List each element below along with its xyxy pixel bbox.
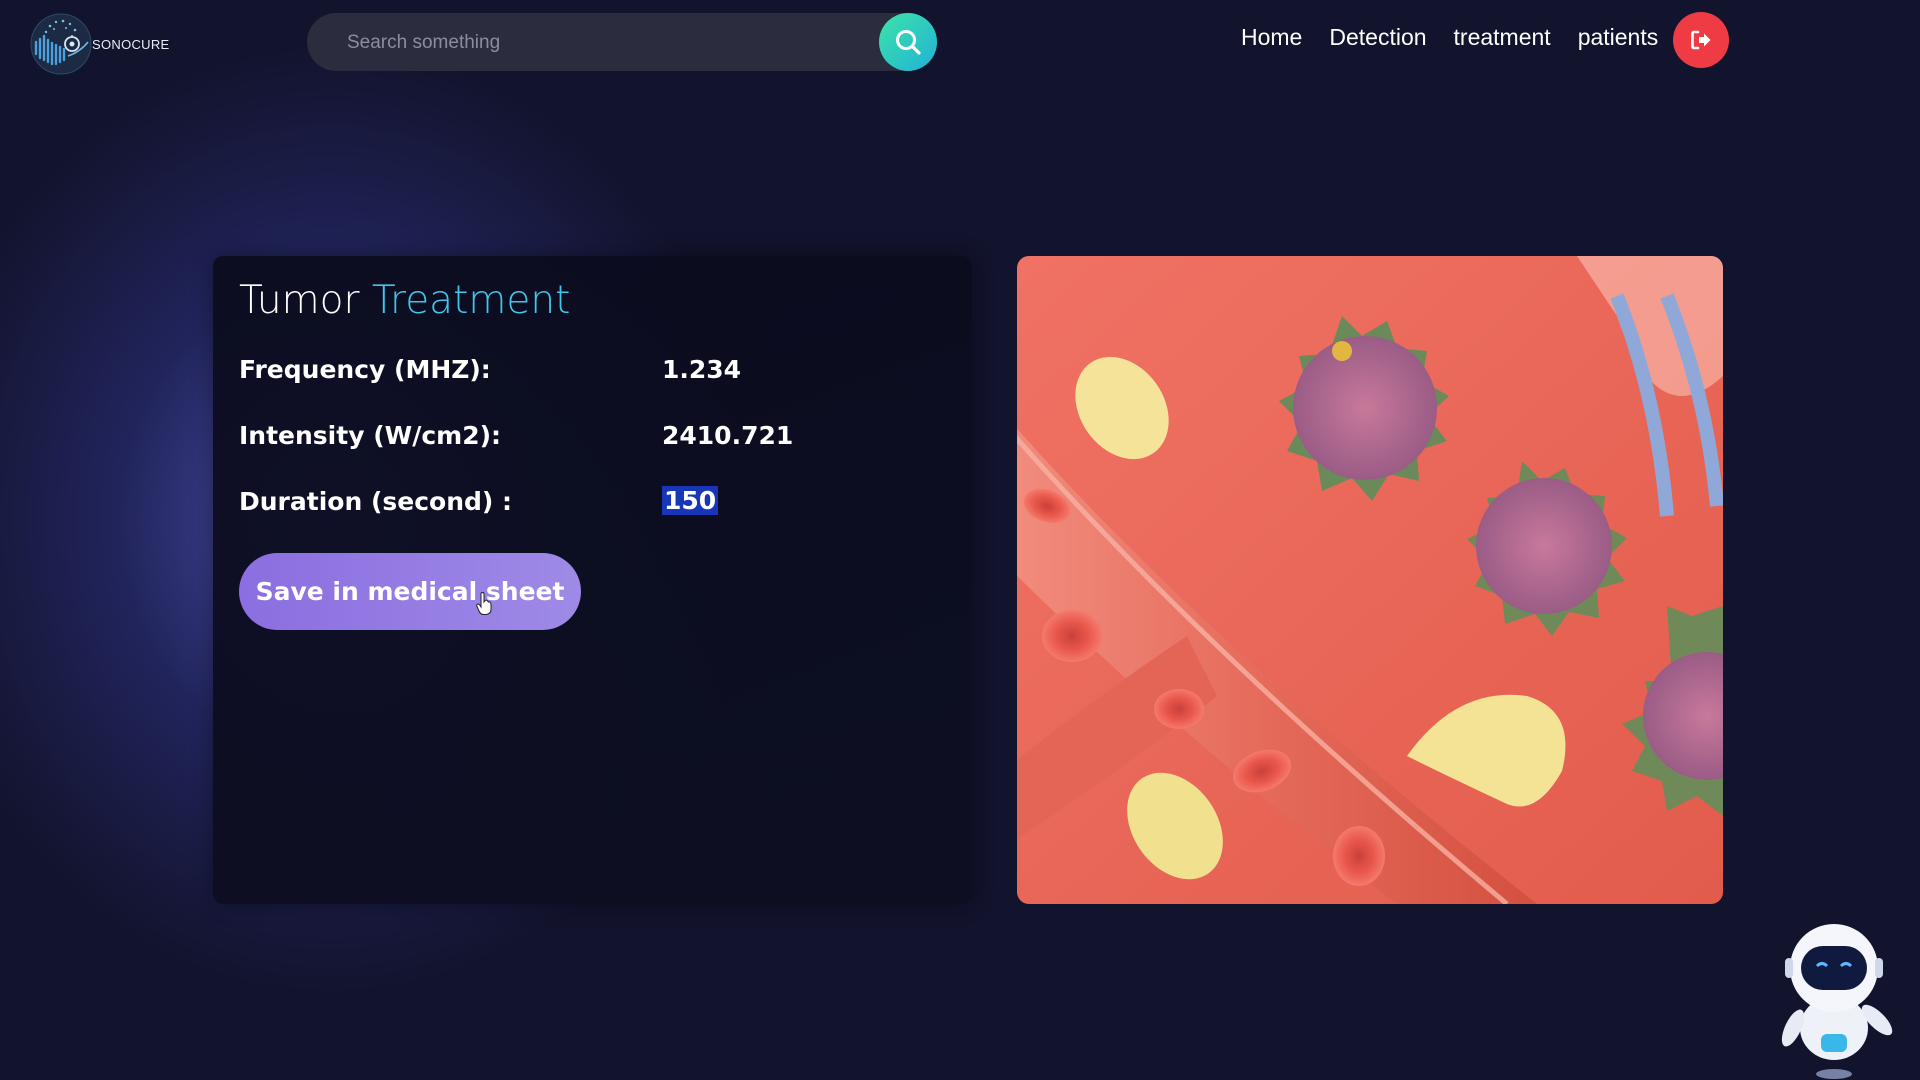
logout-button[interactable] <box>1673 12 1729 68</box>
title-word-treatment: Treatment <box>371 278 571 323</box>
frequency-label: Frequency (MHZ): <box>239 355 491 384</box>
duration-value: 150 <box>662 486 719 515</box>
page-title: Tumor Treatment <box>239 278 570 323</box>
nav-home[interactable]: Home <box>1241 24 1302 51</box>
nav-treatment[interactable]: treatment <box>1454 24 1551 51</box>
logout-icon <box>1691 30 1711 50</box>
robot-assistant-icon[interactable] <box>1775 908 1893 1080</box>
logo[interactable]: SONOCURE <box>28 12 170 76</box>
main-nav: Home Detection treatment patients <box>1241 24 1685 51</box>
nav-patients[interactable]: patients <box>1578 24 1659 51</box>
treatment-card: Tumor Treatment Frequency (MHZ): 1.234 I… <box>213 256 972 904</box>
duration-label: Duration (second) : <box>239 487 513 516</box>
title-word-tumor: Tumor <box>239 278 360 323</box>
top-bar: SONOCURE Home Detection treatment patien… <box>0 0 1920 90</box>
frequency-value: 1.234 <box>662 355 742 384</box>
logo-icon <box>30 13 92 75</box>
logo-text: SONOCURE <box>92 36 170 52</box>
hand-cursor-icon <box>476 592 492 615</box>
treatment-illustration <box>1017 256 1723 904</box>
save-in-medical-sheet-button[interactable]: Save in medical sheet <box>239 553 581 630</box>
search-bar <box>307 13 937 73</box>
search-icon <box>896 30 921 55</box>
intensity-label: Intensity (W/cm2): <box>239 421 502 450</box>
nav-detection[interactable]: Detection <box>1329 24 1426 51</box>
search-button[interactable] <box>879 13 937 71</box>
intensity-value: 2410.721 <box>662 421 794 450</box>
blood-vessel-tumor-image <box>1017 256 1723 904</box>
search-input[interactable] <box>345 13 869 73</box>
